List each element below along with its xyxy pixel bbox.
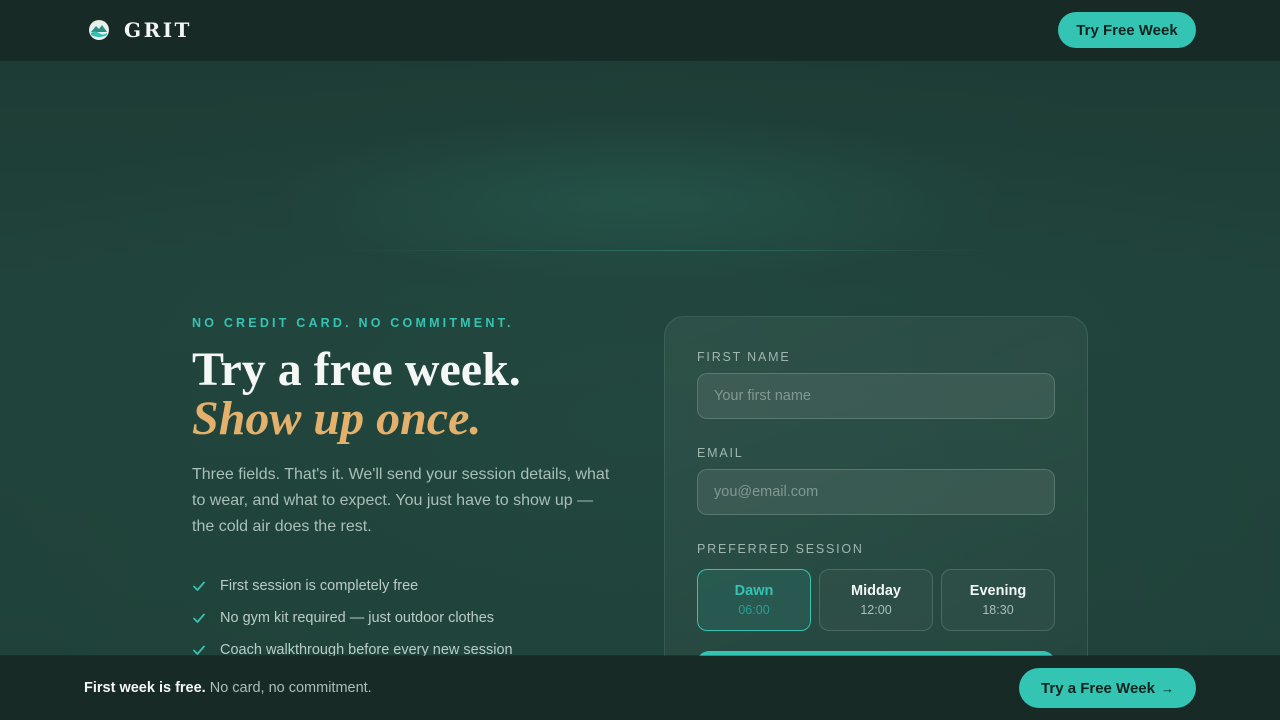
session-options: Dawn 06:00 Midday 12:00 Evening 18:30 bbox=[697, 569, 1055, 631]
first-name-field[interactable] bbox=[697, 373, 1055, 419]
email-group: EMAIL bbox=[697, 445, 1055, 515]
email-label: EMAIL bbox=[697, 446, 744, 460]
first-name-group: FIRST NAME bbox=[697, 349, 1055, 419]
bottom-bar-text: First week is free. No card, no commitme… bbox=[84, 680, 372, 696]
bottom-try-free-week-button[interactable]: Try a Free Week → bbox=[1019, 668, 1196, 708]
wave-mountain-icon bbox=[89, 20, 109, 40]
hero-description: Three fields. That's it. We'll send your… bbox=[192, 466, 610, 535]
session-name: Midday bbox=[851, 583, 901, 599]
session-option-evening[interactable]: Evening 18:30 bbox=[941, 569, 1055, 631]
decorative-glow-line bbox=[340, 250, 1000, 251]
benefits-list: First session is completely free No gym … bbox=[192, 570, 632, 666]
session-group: PREFERRED SESSION Dawn 06:00 Midday 12:0… bbox=[697, 541, 1055, 631]
session-time: 12:00 bbox=[860, 603, 892, 617]
brand[interactable]: GRIT bbox=[88, 18, 192, 42]
check-icon bbox=[193, 613, 205, 623]
email-field[interactable] bbox=[697, 469, 1055, 515]
session-time: 18:30 bbox=[982, 603, 1014, 617]
header-try-free-week-button[interactable]: Try Free Week bbox=[1058, 12, 1196, 48]
benefit-text: No gym kit required — just outdoor cloth… bbox=[220, 610, 495, 626]
session-label: PREFERRED SESSION bbox=[697, 542, 864, 556]
check-icon bbox=[193, 645, 205, 655]
session-name: Evening bbox=[969, 583, 1027, 599]
eyebrow-text: NO CREDIT CARD. NO COMMITMENT. bbox=[192, 316, 514, 330]
first-name-label: FIRST NAME bbox=[697, 350, 791, 364]
session-time: 06:00 bbox=[738, 603, 770, 617]
check-icon bbox=[193, 581, 205, 591]
bottom-bar-bold: First week is free. bbox=[84, 680, 206, 696]
session-name: Dawn bbox=[734, 583, 774, 599]
bottom-cta-label: Try a Free Week bbox=[1041, 679, 1155, 697]
site-header: GRIT Try Free Week bbox=[0, 0, 1280, 60]
session-option-midday[interactable]: Midday 12:00 bbox=[819, 569, 933, 631]
hero-intro: NO CREDIT CARD. NO COMMITMENT. Try a fre… bbox=[192, 316, 632, 666]
headline-accent: Show up once. bbox=[192, 392, 482, 445]
benefit-text: First session is completely free bbox=[220, 578, 419, 594]
headline-main: Try a free week. bbox=[192, 343, 521, 396]
session-option-dawn[interactable]: Dawn 06:00 bbox=[697, 569, 811, 631]
arrow-right-icon: → bbox=[1160, 680, 1174, 696]
bottom-bar-subtext: No card, no commitment. bbox=[209, 680, 372, 696]
page-title: Try a free week. Show up once. bbox=[192, 346, 632, 444]
list-item: No gym kit required — just outdoor cloth… bbox=[192, 602, 632, 634]
brand-name: GRIT bbox=[124, 18, 192, 42]
sticky-cta-bar: First week is free. No card, no commitme… bbox=[0, 656, 1280, 720]
list-item: First session is completely free bbox=[192, 570, 632, 602]
